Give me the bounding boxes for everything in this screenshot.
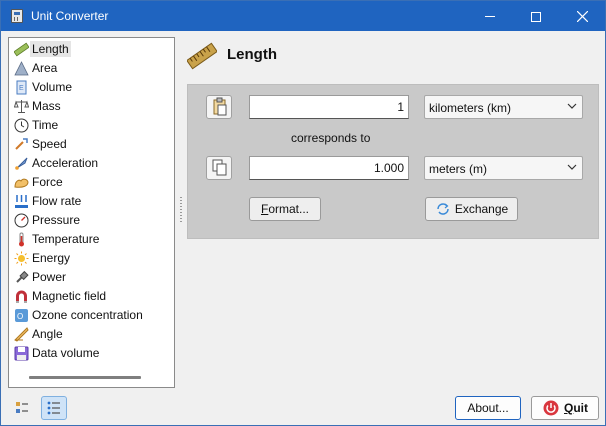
minimize-button[interactable] bbox=[467, 1, 513, 31]
category-label: Data volume bbox=[32, 346, 100, 360]
volume-icon: E bbox=[16, 80, 27, 95]
scale-icon bbox=[14, 100, 29, 113]
exchange-button-label: Exchange bbox=[454, 202, 509, 216]
tree-view-icon bbox=[16, 402, 28, 413]
triangle-icon bbox=[14, 61, 29, 76]
ozone-icon: O bbox=[15, 309, 28, 322]
ruler-icon bbox=[187, 42, 217, 70]
exchange-button[interactable]: Exchange bbox=[425, 197, 518, 221]
category-item-length[interactable]: Length bbox=[9, 40, 174, 59]
protractor-icon bbox=[14, 327, 29, 342]
chevron-down-icon bbox=[567, 103, 577, 109]
gauge-icon bbox=[14, 213, 29, 228]
category-item-pressure[interactable]: Pressure bbox=[9, 211, 174, 230]
to-unit-select[interactable]: meters (m) bbox=[424, 156, 583, 180]
category-label: Acceleration bbox=[32, 156, 99, 170]
category-item-area[interactable]: Area bbox=[9, 59, 174, 78]
calculator-icon bbox=[11, 9, 23, 23]
svg-text:O: O bbox=[17, 312, 23, 321]
category-label: Force bbox=[32, 175, 63, 189]
thermometer-icon bbox=[19, 232, 24, 247]
flow-icon bbox=[15, 195, 28, 208]
category-label: Mass bbox=[32, 99, 61, 113]
chevron-down-icon bbox=[567, 164, 577, 170]
close-icon bbox=[576, 10, 588, 23]
from-value-input[interactable]: 1 bbox=[249, 95, 409, 119]
list-view-button[interactable] bbox=[41, 396, 67, 420]
about-button[interactable]: About... bbox=[455, 396, 521, 420]
magnet-icon bbox=[16, 290, 27, 303]
converter-panel: 1 kilometers (km) corresponds to 1.000 m… bbox=[187, 84, 599, 239]
speed-icon bbox=[15, 138, 28, 150]
from-unit-select[interactable]: kilometers (km) bbox=[424, 95, 583, 119]
arm-icon bbox=[14, 178, 29, 188]
splitter-handle[interactable] bbox=[180, 197, 182, 223]
maximize-icon bbox=[531, 11, 541, 22]
category-label: Pressure bbox=[32, 213, 81, 227]
to-unit-value: meters (m) bbox=[429, 162, 487, 176]
plug-icon bbox=[16, 270, 29, 283]
category-label: Volume bbox=[32, 80, 73, 94]
unit-converter-window: Unit Converter Length Area E Volume Mass bbox=[0, 0, 606, 426]
category-item-speed[interactable]: Speed bbox=[9, 135, 174, 154]
category-item-force[interactable]: Force bbox=[9, 173, 174, 192]
format-button-label: Format... bbox=[260, 202, 310, 216]
paste-button[interactable] bbox=[206, 95, 232, 119]
rocket-icon bbox=[15, 157, 28, 170]
category-item-time[interactable]: Time bbox=[9, 116, 174, 135]
category-label: Magnetic field bbox=[32, 289, 107, 303]
list-view-icon bbox=[47, 401, 60, 415]
page-title: Length bbox=[227, 46, 277, 63]
from-unit-value: kilometers (km) bbox=[429, 101, 512, 115]
exchange-icon bbox=[437, 203, 449, 215]
corresponds-label: corresponds to bbox=[291, 131, 371, 145]
category-label: Speed bbox=[32, 137, 67, 151]
category-item-mass[interactable]: Mass bbox=[9, 97, 174, 116]
category-label: Energy bbox=[32, 251, 71, 265]
minimize-icon bbox=[485, 16, 495, 18]
category-item-data-volume[interactable]: Data volume bbox=[9, 344, 174, 363]
category-item-volume[interactable]: E Volume bbox=[9, 78, 174, 97]
category-list[interactable]: Length Area E Volume Mass Time Speed Acc… bbox=[8, 37, 175, 388]
copy-button[interactable] bbox=[206, 156, 232, 180]
category-item-flow-rate[interactable]: Flow rate bbox=[9, 192, 174, 211]
ruler-icon bbox=[14, 42, 29, 57]
category-item-magnetic-field[interactable]: Magnetic field bbox=[9, 287, 174, 306]
title-bar[interactable]: Unit Converter bbox=[1, 1, 605, 31]
category-label: Length bbox=[30, 41, 71, 57]
quit-button[interactable]: Quit bbox=[531, 396, 599, 420]
format-button[interactable]: Format... bbox=[249, 197, 321, 221]
close-button[interactable] bbox=[559, 1, 605, 31]
window-title: Unit Converter bbox=[31, 9, 109, 23]
about-button-label: About... bbox=[467, 401, 509, 415]
tree-view-button[interactable] bbox=[9, 396, 35, 420]
category-item-angle[interactable]: Angle bbox=[9, 325, 174, 344]
to-value-field[interactable]: 1.000 bbox=[249, 156, 409, 180]
category-label: Area bbox=[32, 61, 58, 75]
category-label: Power bbox=[32, 270, 67, 284]
paste-icon bbox=[213, 97, 227, 116]
quit-button-label: Quit bbox=[564, 401, 589, 415]
copy-icon bbox=[212, 159, 227, 176]
svg-text:E: E bbox=[19, 85, 24, 92]
category-item-temperature[interactable]: Temperature bbox=[9, 230, 174, 249]
category-item-energy[interactable]: Energy bbox=[9, 249, 174, 268]
maximize-button[interactable] bbox=[513, 1, 559, 31]
category-label: Flow rate bbox=[32, 194, 82, 208]
sun-icon bbox=[14, 251, 29, 266]
category-label: Ozone concentration bbox=[32, 308, 143, 322]
clock-icon bbox=[14, 118, 29, 133]
category-item-power[interactable]: Power bbox=[9, 268, 174, 287]
category-item-acceleration[interactable]: Acceleration bbox=[9, 154, 174, 173]
horizontal-scrollbar[interactable] bbox=[29, 376, 141, 379]
category-label: Angle bbox=[32, 327, 63, 341]
power-icon bbox=[543, 400, 559, 416]
category-label: Temperature bbox=[32, 232, 100, 246]
floppy-icon bbox=[14, 346, 29, 361]
category-item-ozone-concentration[interactable]: O Ozone concentration bbox=[9, 306, 174, 325]
category-label: Time bbox=[32, 118, 59, 132]
